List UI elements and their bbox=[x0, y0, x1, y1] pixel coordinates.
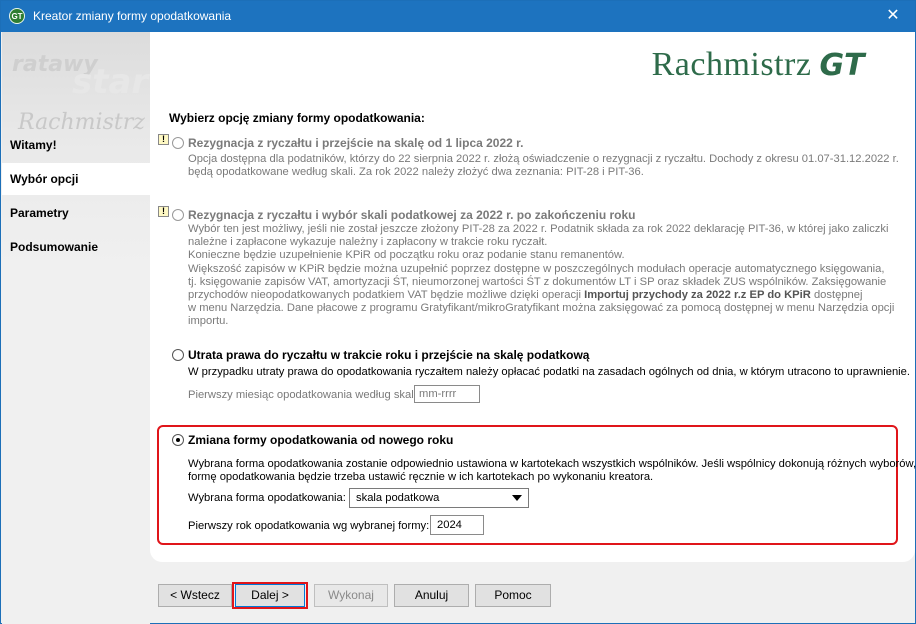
option-description: Wybór ten jest możliwy, jeśli nie został… bbox=[188, 223, 895, 328]
first-year-label: Pierwszy rok opodatkowania wg wybranej f… bbox=[188, 520, 430, 532]
window-title: Kreator zmiany formy opodatkowania bbox=[33, 9, 232, 23]
help-button[interactable]: Pomoc bbox=[475, 584, 551, 607]
option-title: Utrata prawa do ryczałtu w trakcie roku … bbox=[188, 348, 590, 362]
close-icon: ✕ bbox=[886, 7, 900, 24]
option-description: W przypadku utraty prawa do opodatkowani… bbox=[188, 366, 910, 378]
option-title: Rezygnacja z ryczałtu i wybór skali poda… bbox=[188, 208, 636, 222]
back-button[interactable]: < Wstecz bbox=[158, 584, 232, 607]
rachmistrz-logo: Rachmistrz GT bbox=[651, 46, 865, 83]
warning-icon: ! bbox=[158, 134, 169, 145]
app-logo-icon: GT bbox=[9, 8, 25, 24]
header: Rachmistrz GT bbox=[150, 32, 915, 102]
first-month-label: Pierwszy miesiąc opodatkowania według sk… bbox=[188, 389, 420, 401]
execute-button[interactable]: Wykonaj bbox=[314, 584, 388, 607]
sidebar-item-welcome[interactable]: Witamy! bbox=[2, 129, 150, 161]
option-title: Rezygnacja z ryczałtu i przejście na ska… bbox=[188, 136, 524, 150]
option-description: Wybrana forma opodatkowania zostanie odp… bbox=[188, 458, 916, 484]
first-year-input[interactable]: 2024 bbox=[430, 515, 484, 535]
radio-new-year-change[interactable] bbox=[172, 434, 184, 446]
close-button[interactable]: ✕ bbox=[877, 4, 909, 28]
radio-lose-right[interactable] bbox=[172, 349, 184, 361]
options-heading: Wybierz opcję zmiany formy opodatkowania… bbox=[169, 111, 425, 125]
next-button[interactable]: Dalej > bbox=[235, 584, 305, 607]
warning-icon: ! bbox=[158, 206, 169, 217]
operation-name: Importuj przychody za 2022 r.z EP do KPi… bbox=[584, 289, 811, 302]
radio-resign-year-end[interactable] bbox=[172, 209, 184, 221]
options-panel: Wybierz opcję zmiany formy opodatkowania… bbox=[150, 102, 916, 562]
chevron-down-icon bbox=[512, 495, 522, 501]
sidebar-item-summary[interactable]: Podsumowanie bbox=[2, 231, 150, 263]
radio-resign-july[interactable] bbox=[172, 137, 184, 149]
sidebar: ratawy start Rachmistrz Witamy! Wybór op… bbox=[2, 32, 164, 624]
first-month-input[interactable]: mm-rrrr bbox=[414, 385, 480, 403]
wizard-window: GT Kreator zmiany formy opodatkowania ✕ … bbox=[0, 0, 916, 624]
title-bar[interactable]: GT Kreator zmiany formy opodatkowania ✕ bbox=[1, 1, 915, 32]
option-title: Zmiana formy opodatkowania od nowego rok… bbox=[188, 433, 454, 447]
sidebar-item-option-choice[interactable]: Wybór opcji bbox=[2, 163, 150, 195]
sidebar-item-parameters[interactable]: Parametry bbox=[2, 197, 150, 229]
tax-form-label: Wybrana forma opodatkowania: bbox=[188, 492, 346, 504]
option-description: Opcja dostępna dla podatników, którzy do… bbox=[188, 153, 899, 179]
tax-form-select[interactable]: skala podatkowa bbox=[349, 488, 529, 508]
cancel-button[interactable]: Anuluj bbox=[394, 584, 469, 607]
